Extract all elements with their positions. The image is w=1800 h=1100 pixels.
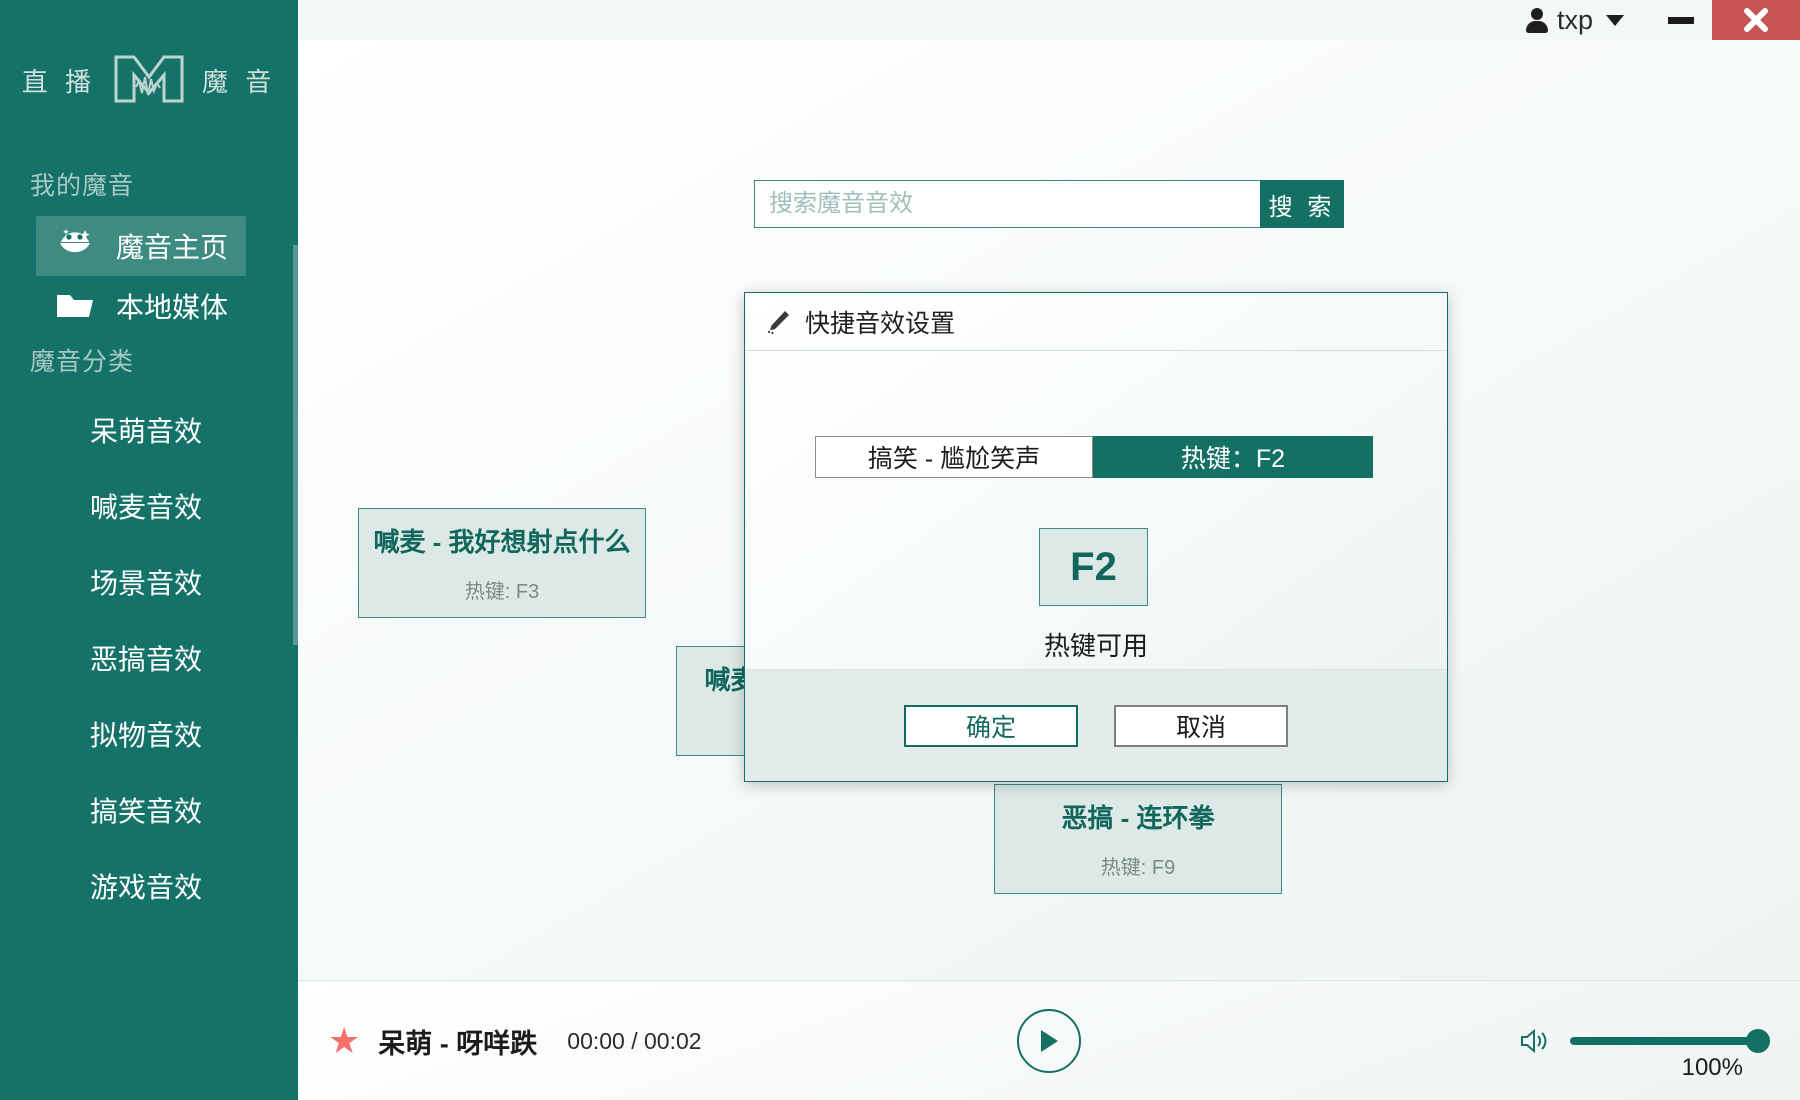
sidebar-section-my: 我的魔音: [30, 172, 135, 200]
volume-label: 100%: [1681, 1054, 1743, 1081]
dialog-footer: 确定 取消: [745, 669, 1447, 781]
app-window: txp 直 播 魔 音 我的魔音 魔音主页 本地媒体 魔音分类 呆萌音效 喊麦音…: [0, 0, 1800, 1100]
player-bar: ★ 呆萌 - 呀咩跌 00:00 / 00:02 100%: [298, 980, 1800, 1100]
sidebar-category-0[interactable]: 呆萌音效: [0, 392, 298, 468]
sidebar-category-6[interactable]: 游戏音效: [0, 848, 298, 924]
sidebar-category-1[interactable]: 喊麦音效: [0, 468, 298, 544]
player-track-info: ★ 呆萌 - 呀咩跌 00:00 / 00:02: [328, 981, 702, 1100]
sound-name-field[interactable]: 搞笑 - 尴尬笑声: [815, 436, 1093, 478]
dialog-title: 快捷音效设置: [805, 309, 956, 338]
hotkey-display: F2: [1039, 528, 1148, 606]
player-time: 00:00 / 00:02: [567, 1027, 702, 1054]
hotkey-settings-dialog: 快捷音效设置 搞笑 - 尴尬笑声 热键：F2 F2 热键可用 请在键盘按下你想使…: [744, 292, 1448, 782]
sidebar-item-label: 本地媒体: [116, 292, 229, 323]
player-track-name: 呆萌 - 呀咩跌: [378, 1028, 538, 1059]
volume-control: [1518, 981, 1770, 1100]
speaker-icon[interactable]: [1518, 1026, 1552, 1056]
play-icon: [1041, 1029, 1058, 1052]
confirm-button[interactable]: 确定: [904, 704, 1078, 747]
user-menu[interactable]: txp: [1525, 4, 1624, 36]
title-bar: txp: [298, 0, 1800, 40]
hotkey-chip: 热键：F2: [1093, 436, 1373, 478]
close-icon: [1744, 8, 1768, 32]
sidebar-section-categories: 魔音分类: [30, 348, 135, 376]
sidebar-category-5[interactable]: 搞笑音效: [0, 772, 298, 848]
sound-card-hotkey: 热键: F9: [1100, 857, 1176, 879]
sidebar-category-2[interactable]: 场景音效: [0, 544, 298, 620]
logo-text-right: 魔 音: [202, 66, 277, 97]
sound-hotkey-row: 搞笑 - 尴尬笑声 热键：F2: [815, 436, 1373, 478]
sound-card-hotkey: 热键: F3: [464, 581, 540, 603]
main-content: 搜 索 喊麦 - 我好想射点什么 热键: F3 喊麦 - 刷刷刷发发发 热键: …: [298, 40, 1800, 980]
star-icon[interactable]: ★: [328, 1023, 360, 1059]
m-waveform-logo: [114, 55, 184, 103]
volume-slider[interactable]: [1570, 1029, 1770, 1053]
minimize-button[interactable]: [1650, 0, 1712, 40]
search-button[interactable]: 搜 索: [1260, 180, 1344, 228]
sound-card-title: 恶搞 - 连环拳: [1061, 803, 1215, 833]
logo-text-left: 直 播: [21, 66, 96, 97]
username-label: txp: [1556, 4, 1593, 35]
sound-card[interactable]: 恶搞 - 连环拳 热键: F9: [994, 784, 1282, 894]
pencil-icon: [767, 310, 789, 334]
search-input[interactable]: [754, 180, 1260, 228]
sidebar-item-home[interactable]: 魔音主页: [36, 216, 246, 276]
app-logo: 直 播 魔 音: [0, 0, 298, 160]
minimize-icon: [1668, 16, 1694, 24]
search-bar: 搜 索: [298, 180, 1800, 228]
chevron-down-icon[interactable]: [1606, 14, 1624, 26]
folder-icon: [54, 285, 96, 327]
smiley-face-icon: [54, 225, 96, 267]
sidebar-item-label: 魔音主页: [116, 232, 229, 263]
play-button[interactable]: [1017, 1008, 1081, 1073]
hotkey-status: 热键可用: [1043, 631, 1148, 661]
sidebar: 直 播 魔 音 我的魔音 魔音主页 本地媒体 魔音分类 呆萌音效 喊麦音效 场景…: [0, 0, 298, 1100]
person-icon: [1525, 7, 1548, 33]
sound-card[interactable]: 喊麦 - 我好想射点什么 热键: F3: [358, 508, 646, 618]
sidebar-item-local-media[interactable]: 本地媒体: [36, 276, 246, 336]
sound-card-title: 喊麦 - 我好想射点什么: [373, 527, 631, 557]
volume-slider-knob[interactable]: [1746, 1029, 1770, 1053]
sidebar-category-3[interactable]: 恶搞音效: [0, 620, 298, 696]
dialog-header: 快捷音效设置: [745, 293, 1447, 351]
sidebar-category-4[interactable]: 拟物音效: [0, 696, 298, 772]
cancel-button[interactable]: 取消: [1114, 704, 1288, 747]
close-button[interactable]: [1712, 0, 1800, 40]
